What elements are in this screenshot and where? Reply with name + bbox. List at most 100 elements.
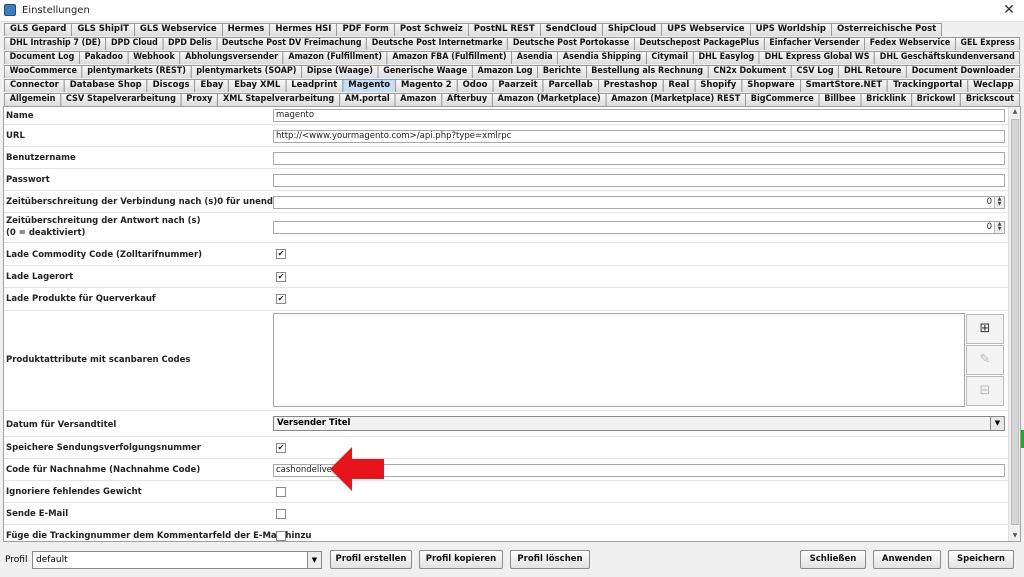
tab-paarzeit[interactable]: Paarzeit <box>492 79 544 92</box>
tab-hermes[interactable]: Hermes <box>221 23 271 36</box>
spinner-down-icon[interactable]: ▼ <box>995 202 1004 207</box>
name-input[interactable]: magento <box>273 109 1005 122</box>
tab-deutsche-post-dv-freimachung[interactable]: Deutsche Post DV Freimachung <box>216 37 368 50</box>
tab-amazon[interactable]: Amazon <box>394 93 443 106</box>
tab-leadprint[interactable]: Leadprint <box>285 79 344 92</box>
tab-magento[interactable]: Magento <box>342 79 397 92</box>
tab-database-shop[interactable]: Database Shop <box>63 79 148 92</box>
tab-shopify[interactable]: Shopify <box>694 79 743 92</box>
tab-hermes-hsi[interactable]: Hermes HSI <box>269 23 338 36</box>
tab-webhook[interactable]: Webhook <box>127 51 181 64</box>
tab-bigcommerce[interactable]: BigCommerce <box>745 93 820 106</box>
profile-select[interactable]: default ▼ <box>32 551 322 569</box>
tab-trackingportal[interactable]: Trackingportal <box>887 79 969 92</box>
tab-deutschepost-packageplus[interactable]: Deutschepost PackagePlus <box>633 37 765 50</box>
tab-sendcloud[interactable]: SendCloud <box>539 23 603 36</box>
tab-dhl-retoure[interactable]: DHL Retoure <box>838 65 907 78</box>
tab-odoo[interactable]: Odoo <box>456 79 494 92</box>
tab-deutsche-post-portokasse[interactable]: Deutsche Post Portokasse <box>507 37 635 50</box>
scroll-down-icon[interactable]: ▼ <box>1009 531 1020 541</box>
tab-ups-webservice[interactable]: UPS Webservice <box>661 23 751 36</box>
tab-post-schweiz[interactable]: Post Schweiz <box>393 23 469 36</box>
tab-österreichische-post[interactable]: Österreichische Post <box>831 23 943 36</box>
copy-profile-button[interactable]: Profil kopieren <box>419 550 503 569</box>
tab-dpd-delis[interactable]: DPD Delis <box>162 37 218 50</box>
gewicht-checkbox[interactable] <box>276 487 286 497</box>
vertical-scrollbar[interactable]: ▲ ▼ <box>1008 107 1020 541</box>
tab-discogs[interactable]: Discogs <box>146 79 196 92</box>
tab-asendia[interactable]: Asendia <box>511 51 559 64</box>
tab-xml-stapelverarbeitung[interactable]: XML Stapelverarbeitung <box>217 93 340 106</box>
tab-gel-express[interactable]: GEL Express <box>954 37 1021 50</box>
datum-select[interactable]: Versender Titel ▼ <box>273 416 1005 431</box>
chevron-down-icon[interactable]: ▼ <box>990 417 1004 430</box>
spinner-down-icon[interactable]: ▼ <box>995 227 1004 232</box>
tab-ebay[interactable]: Ebay <box>194 79 230 92</box>
chevron-down-icon[interactable]: ▼ <box>307 552 321 568</box>
delete-profile-button[interactable]: Profil löschen <box>510 550 590 569</box>
tab-woocommerce[interactable]: WooCommerce <box>4 65 83 78</box>
tab-dhl-intraship-7-de[interactable]: DHL Intraship 7 (DE) <box>4 37 107 50</box>
tab-weclapp[interactable]: Weclapp <box>967 79 1020 92</box>
tab-amazon-marketplace[interactable]: Amazon (Marketplace) <box>491 93 607 106</box>
tab-fedex-webservice[interactable]: Fedex Webservice <box>864 37 956 50</box>
kommentar-checkbox[interactable] <box>276 531 286 541</box>
tab-prestashop[interactable]: Prestashop <box>597 79 664 92</box>
tab-document-downloader[interactable]: Document Downloader <box>906 65 1021 78</box>
tab-allgemein[interactable]: Allgemein <box>4 93 62 106</box>
tab-bestellung-als-rechnung[interactable]: Bestellung als Rechnung <box>585 65 709 78</box>
tab-brickscout[interactable]: Brickscout <box>960 93 1020 106</box>
tab-ups-worldship[interactable]: UPS Worldship <box>749 23 832 36</box>
tab-asendia-shipping[interactable]: Asendia Shipping <box>557 51 647 64</box>
commodity-checkbox[interactable]: ✔ <box>276 249 286 259</box>
create-profile-button[interactable]: Profil erstellen <box>330 550 412 569</box>
tab-shopware[interactable]: Shopware <box>741 79 801 92</box>
tab-dhl-geschäftskundenversand[interactable]: DHL Geschäftskundenversand <box>874 51 1021 64</box>
edit-icon[interactable]: ✎ <box>966 345 1004 375</box>
tab-billbee[interactable]: Billbee <box>818 93 862 106</box>
tab-citymail[interactable]: Citymail <box>645 51 694 64</box>
spinner-arrows[interactable]: ▲ ▼ <box>994 222 1004 233</box>
tab-shipcloud[interactable]: ShipCloud <box>601 23 663 36</box>
tab-afterbuy[interactable]: Afterbuy <box>441 93 493 106</box>
tab-pakadoo[interactable]: Pakadoo <box>79 51 129 64</box>
apply-button[interactable]: Anwenden <box>873 550 941 569</box>
tab-einfacher-versender[interactable]: Einfacher Versender <box>763 37 866 50</box>
url-input[interactable]: http://<www.yourmagento.com>/api.php?typ… <box>273 130 1005 143</box>
tab-csv-log[interactable]: CSV Log <box>790 65 840 78</box>
tab-am-portal[interactable]: AM.portal <box>339 93 396 106</box>
username-input[interactable] <box>273 152 1005 165</box>
tab-generische-waage[interactable]: Generische Waage <box>377 65 473 78</box>
tab-abholungsversender[interactable]: Abholungsversender <box>179 51 284 64</box>
tab-cn2x-dokument[interactable]: CN2x Dokument <box>707 65 792 78</box>
remove-icon[interactable]: ⊟ <box>966 376 1004 406</box>
close-icon[interactable]: ✕ <box>1000 2 1018 18</box>
tab-dipse-waage[interactable]: Dipse (Waage) <box>301 65 379 78</box>
tab-brickowl[interactable]: Brickowl <box>910 93 962 106</box>
tab-ebay-xml[interactable]: Ebay XML <box>228 79 287 92</box>
tab-bricklink[interactable]: Bricklink <box>860 93 912 106</box>
tab-magento-2[interactable]: Magento 2 <box>395 79 458 92</box>
tab-smartstore-net[interactable]: SmartStore.NET <box>799 79 889 92</box>
tab-amazon-fulfillment[interactable]: Amazon (Fulfillment) <box>282 51 388 64</box>
tracking-checkbox[interactable]: ✔ <box>276 443 286 453</box>
password-input[interactable] <box>273 174 1005 187</box>
tab-plentymarkets-soap[interactable]: plentymarkets (SOAP) <box>190 65 303 78</box>
tab-proxy[interactable]: Proxy <box>180 93 219 106</box>
tab-amazon-fba-fulfillment[interactable]: Amazon FBA (Fulfillment) <box>386 51 513 64</box>
tab-parcellab[interactable]: Parcellab <box>542 79 599 92</box>
tab-dpd-cloud[interactable]: DPD Cloud <box>105 37 164 50</box>
querverkauf-checkbox[interactable]: ✔ <box>276 294 286 304</box>
tab-gls-webservice[interactable]: GLS Webservice <box>133 23 223 36</box>
save-button[interactable]: Speichern <box>948 550 1014 569</box>
lagerort-checkbox[interactable]: ✔ <box>276 272 286 282</box>
resp-timeout-spinner[interactable]: 0 ▲ ▼ <box>273 221 1005 234</box>
tab-dhl-easylog[interactable]: DHL Easylog <box>692 51 760 64</box>
scroll-thumb[interactable] <box>1011 119 1019 525</box>
conn-timeout-spinner[interactable]: 0 ▲ ▼ <box>273 196 1005 209</box>
tab-berichte[interactable]: Berichte <box>537 65 587 78</box>
tab-deutsche-post-internetmarke[interactable]: Deutsche Post Internetmarke <box>366 37 509 50</box>
close-button[interactable]: Schließen <box>800 550 866 569</box>
tab-gls-shipit[interactable]: GLS ShipIT <box>71 23 135 36</box>
tab-real[interactable]: Real <box>662 79 696 92</box>
